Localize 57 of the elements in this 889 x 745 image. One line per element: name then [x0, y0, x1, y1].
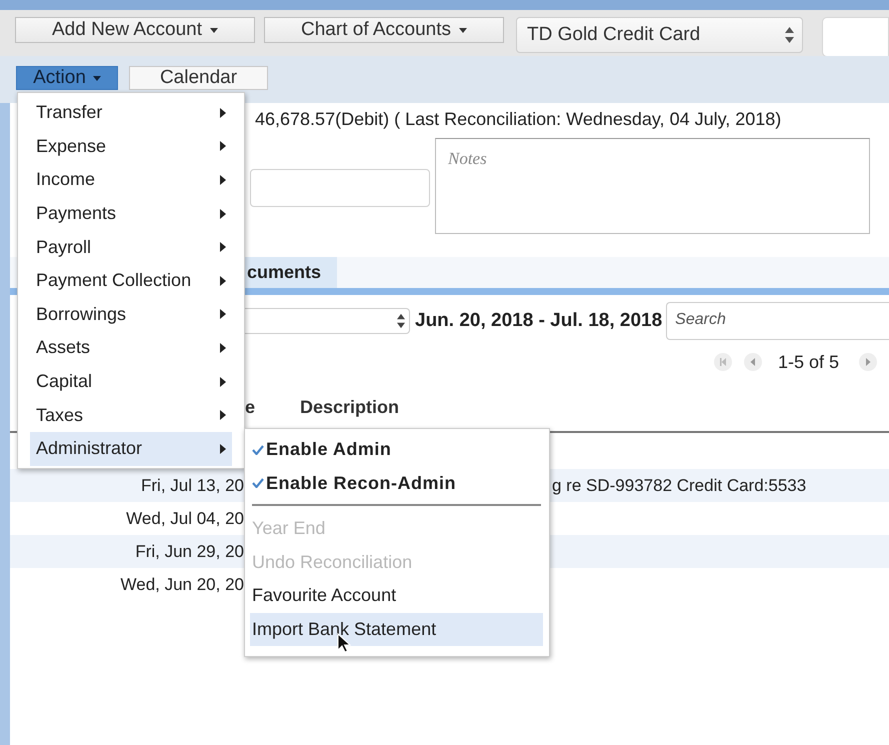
submenu-arrow-icon — [220, 410, 226, 420]
action-button[interactable]: Action — [16, 66, 118, 90]
page-count: 1-5 of 5 — [778, 352, 839, 372]
menu-item[interactable]: Payment Collection — [30, 264, 232, 298]
menu-item[interactable]: Transfer — [30, 96, 232, 130]
dropdown-button[interactable]: Add New Account — [15, 17, 255, 43]
input-field[interactable] — [250, 169, 430, 207]
tab[interactable]: cuments — [245, 257, 337, 288]
date-cell-text: Wed, Jun 20, 20 — [120, 574, 244, 594]
search-field[interactable]: Search — [666, 302, 889, 340]
date-range: Jun. 20, 2018 - Jul. 18, 2018 — [415, 310, 662, 332]
menu-item[interactable]: Expense — [30, 130, 232, 164]
menu-item[interactable]: Payments — [30, 196, 232, 230]
menu-item[interactable]: Enable Recon-Admin — [250, 466, 543, 500]
notes-field[interactable]: Notes — [435, 138, 870, 234]
menu-item[interactable]: Taxes — [30, 398, 232, 432]
next-icon[interactable] — [859, 353, 877, 371]
description-cell: g re SD-993782 Credit Card:5533 — [552, 476, 806, 496]
submenu-arrow-icon — [220, 242, 226, 252]
balance-text: 46,678.57(Debit) ( Last Reconciliation: Wednesday, 04 July, 2018) — [254, 108, 782, 130]
menu-item[interactable]: Income — [30, 163, 232, 197]
menu-item[interactable]: Administrator — [30, 432, 232, 466]
first-page-icon[interactable] — [714, 353, 732, 371]
submenu-arrow-icon — [220, 444, 226, 454]
submenu-arrow-icon — [220, 174, 226, 185]
action-button[interactable]: Calendar — [129, 66, 268, 90]
menu-item[interactable]: Capital — [30, 364, 232, 398]
submenu-arrow-icon — [220, 342, 226, 353]
menu-item[interactable]: Assets — [30, 331, 232, 365]
submenu-arrow-icon — [220, 309, 226, 320]
check-icon — [252, 478, 264, 488]
date-cell-text: Fri, Jun 29, 20 — [134, 542, 244, 562]
column-header: Description — [300, 396, 400, 418]
account-select[interactable]: TD Gold Credit Card — [516, 17, 803, 53]
period-select[interactable] — [245, 308, 410, 334]
menu-item[interactable]: Import Bank Statement — [250, 612, 543, 646]
submenu-arrow-icon — [220, 141, 226, 152]
text-field[interactable] — [822, 17, 889, 57]
menu-item[interactable]: Borrowings — [30, 298, 232, 332]
updown-icon — [785, 27, 794, 43]
submenu-arrow-icon — [220, 376, 226, 387]
submenu-arrow-icon — [220, 108, 226, 118]
date-cell-text: Wed, Jul 04, 20 — [125, 508, 244, 528]
submenu-arrow-icon — [220, 208, 226, 219]
updown-icon — [397, 313, 405, 329]
menu-item[interactable]: Enable Admin — [250, 433, 543, 466]
submenu-arrow-icon — [220, 276, 226, 286]
column-header: e — [245, 396, 256, 418]
previous-icon[interactable] — [744, 353, 762, 371]
dropdown-button[interactable]: Chart of Accounts — [264, 17, 504, 43]
caret-icon — [458, 28, 467, 32]
caret-icon — [210, 28, 218, 32]
caret-icon — [92, 76, 101, 80]
check-icon — [252, 444, 264, 455]
menu-item[interactable]: Favourite Account — [250, 579, 543, 612]
date-cell-text: Fri, Jul 13, 20 — [140, 476, 244, 496]
menu-item[interactable]: Payroll — [30, 230, 232, 264]
